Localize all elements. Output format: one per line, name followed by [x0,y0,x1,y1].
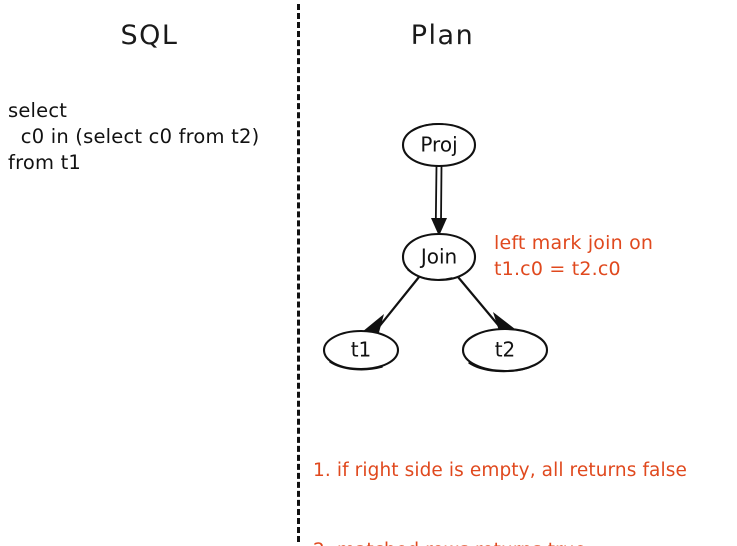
rule-item: 1. if right side is empty, all returns f… [313,460,687,481]
sql-panel-title: SQL [120,20,179,51]
sql-query-text: select c0 in (select c0 from t2) from t1 [8,99,260,174]
plan-node-t2[interactable]: t2 [461,327,549,373]
plan-node-join-label: Join [419,245,457,269]
join-annotation-note: left mark join on t1.c0 = t2.c0 [494,232,654,280]
plan-node-t1[interactable]: t1 [322,329,400,371]
rule-item: 2. matched rows returns true [313,538,687,546]
diagram-canvas: SQL Plan select c0 in (select c0 from t2… [0,0,737,546]
semantics-rules-list: 1. if right side is empty, all returns f… [313,405,687,546]
edge-join-to-t1 [362,275,421,336]
plan-node-proj-label: Proj [420,133,457,157]
plan-node-t2-label: t2 [495,338,516,362]
edge-proj-to-join [431,165,447,236]
plan-node-proj[interactable]: Proj [401,122,477,168]
edge-join-to-t2 [456,275,515,334]
plan-node-join[interactable]: Join [401,232,477,282]
plan-panel-title: Plan [410,20,475,51]
plan-node-t1-label: t1 [351,338,372,362]
